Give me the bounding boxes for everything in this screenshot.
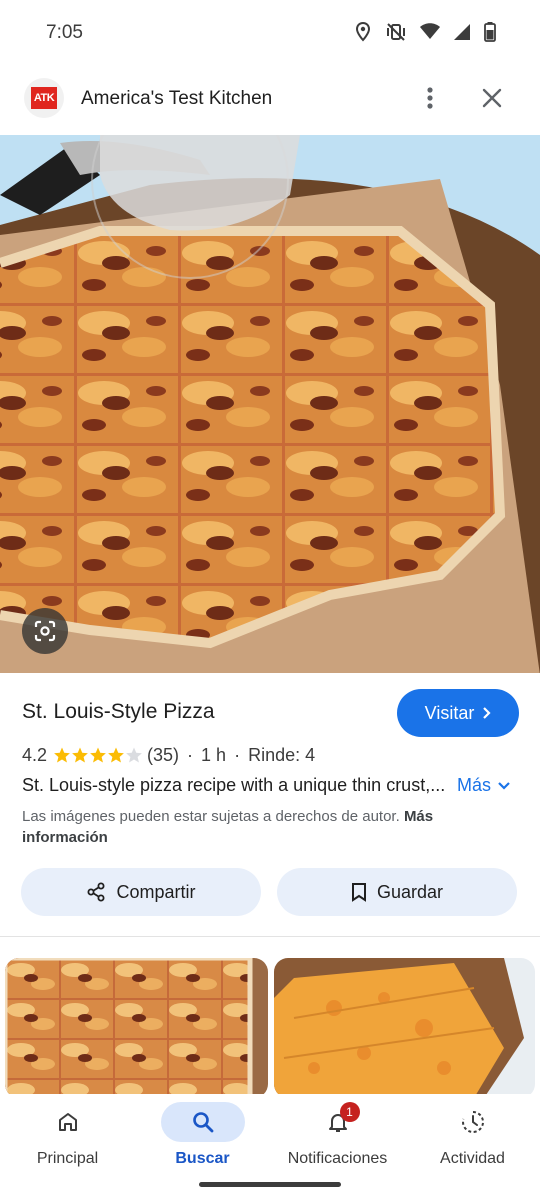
- result-title[interactable]: St. Louis-Style Pizza: [22, 700, 215, 724]
- source-name[interactable]: America's Test Kitchen: [81, 88, 272, 110]
- copyright-notice: Las imágenes pueden estar sujetas a dere…: [22, 806, 492, 848]
- more-label: Más: [457, 775, 492, 795]
- rating-value: 4.2: [22, 744, 48, 765]
- nav-icon-container: [296, 1102, 380, 1142]
- star-empty-icon: [126, 747, 142, 763]
- nav-icon-container: [26, 1102, 110, 1142]
- activity-icon: [461, 1111, 484, 1133]
- more-options-button[interactable]: [412, 80, 448, 116]
- atk-logo: ATK: [31, 87, 57, 109]
- nav-item-notificaciones[interactable]: 1 Notificaciones: [270, 1094, 405, 1184]
- close-icon: [482, 88, 502, 108]
- save-label: Guardar: [376, 881, 444, 902]
- nav-item-principal[interactable]: Principal: [0, 1094, 135, 1184]
- visit-label: Visitar: [424, 702, 475, 723]
- star-icon: [72, 747, 88, 763]
- chevron-right-icon: [483, 707, 491, 719]
- notification-badge: 1: [339, 1102, 360, 1122]
- vibrate-off-icon: [387, 23, 405, 41]
- nav-label: Buscar: [175, 1150, 230, 1167]
- share-button[interactable]: Compartir: [21, 868, 261, 916]
- location-icon: [355, 22, 371, 42]
- wifi-icon: [420, 23, 440, 39]
- related-image[interactable]: [274, 958, 535, 1098]
- main-image[interactable]: [0, 135, 540, 673]
- status-bar: 7:05: [0, 0, 540, 66]
- pizza-thumbnail: [274, 958, 535, 1098]
- cook-time: 1 h: [201, 744, 227, 765]
- status-icons: [354, 22, 496, 42]
- search-icon: [192, 1112, 213, 1133]
- nav-label: Principal: [36, 1150, 99, 1167]
- star-icon: [54, 747, 70, 763]
- home-indicator[interactable]: [199, 1182, 341, 1187]
- star-rating: [53, 746, 143, 764]
- copyright-text: Las imágenes pueden estar sujetas a dere…: [22, 808, 400, 825]
- nav-label: Notificaciones: [287, 1150, 388, 1167]
- divider: [0, 936, 540, 937]
- visit-button[interactable]: Visitar: [397, 689, 519, 737]
- nav-icon-container: [160, 1102, 245, 1142]
- nav-label: Actividad: [440, 1150, 505, 1167]
- bookmark-icon: [351, 883, 366, 902]
- star-icon: [90, 747, 106, 763]
- recipe-yield: Rinde: 4: [248, 744, 316, 765]
- battery-icon: [484, 22, 496, 42]
- pizza-thumbnail: [5, 958, 268, 1098]
- signal-icon: [454, 24, 470, 40]
- review-count: (35): [147, 744, 180, 765]
- nav-icon-container: [431, 1102, 515, 1142]
- home-icon: [58, 1113, 77, 1131]
- google-lens-button[interactable]: [22, 608, 68, 654]
- source-logo[interactable]: ATK: [24, 78, 64, 118]
- separator-dot: ·: [234, 744, 241, 765]
- pizza-photo: [0, 135, 540, 673]
- lens-icon: [34, 620, 56, 642]
- rating-row: 4.2 (35) · 1 h · Rinde: 4: [22, 743, 315, 767]
- source-header: ATK America's Test Kitchen: [0, 74, 540, 128]
- status-time: 7:05: [46, 22, 83, 43]
- close-button[interactable]: [474, 80, 510, 116]
- save-button[interactable]: Guardar: [277, 868, 517, 916]
- more-vert-icon: [427, 87, 433, 109]
- nav-item-buscar[interactable]: Buscar: [135, 1094, 270, 1184]
- nav-item-actividad[interactable]: Actividad: [405, 1094, 540, 1184]
- separator-dot: ·: [187, 744, 194, 765]
- related-image[interactable]: [5, 958, 268, 1098]
- chevron-down-icon: [498, 782, 510, 790]
- share-label: Compartir: [116, 881, 196, 902]
- result-description: St. Louis-style pizza recipe with a uniq…: [22, 775, 446, 795]
- star-icon: [108, 747, 124, 763]
- more-description-button[interactable]: Más: [457, 775, 511, 796]
- share-icon: [87, 882, 105, 902]
